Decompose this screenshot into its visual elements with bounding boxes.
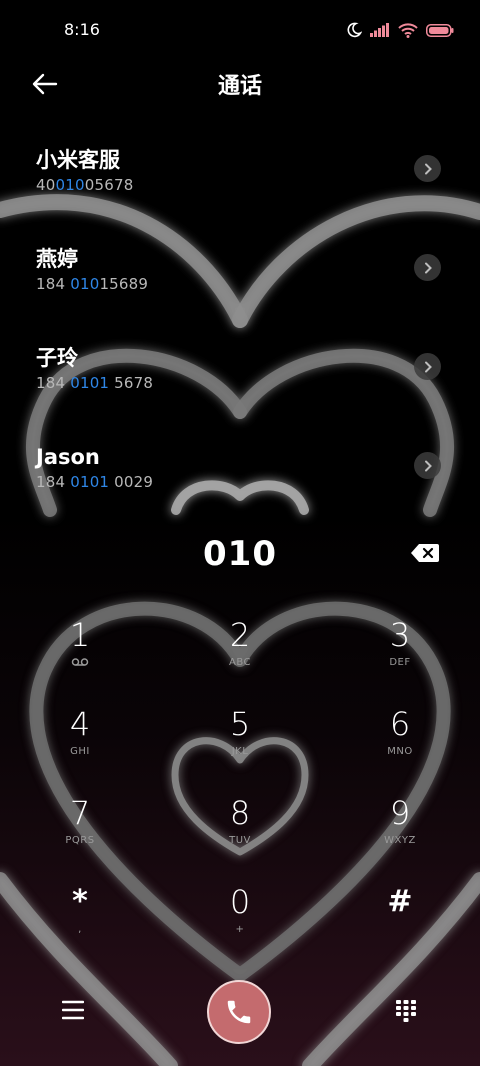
dialpad-grid-icon[interactable] [396,1000,416,1022]
contact-number: 184 0101 5678 [36,374,154,392]
key-digit: 2 [229,616,251,654]
key-7[interactable]: 7 PQRS [0,793,160,882]
key-star[interactable]: * , [0,882,160,971]
voicemail-icon [71,657,89,671]
backspace-icon[interactable] [410,542,440,564]
contact-list: 小米客服 4001005678 燕婷 184 01015689 子玲 184 0… [0,140,480,536]
contact-item[interactable]: 小米客服 4001005678 [0,146,480,239]
key-4[interactable]: 4 GHI [0,704,160,793]
key-digit: 3 [389,616,411,654]
status-bar: 8:16 [0,0,480,60]
key-letters: DEF [389,657,411,668]
contact-item[interactable]: Jason 184 0101 0029 [0,443,480,536]
dial-number-input[interactable]: 010 [0,534,480,574]
contact-number: 184 0101 0029 [36,473,154,491]
chevron-right-icon[interactable] [414,353,441,380]
chevron-right-icon[interactable] [414,155,441,182]
key-letters: JKL [231,746,249,757]
match-highlight: 010 [70,275,100,293]
key-digit: 1 [69,616,91,654]
call-button[interactable] [207,980,271,1044]
key-digit: 4 [69,705,91,743]
bottom-bar [0,978,480,1048]
dial-input-row: 010 [0,528,480,584]
key-digit: 0 [229,883,251,921]
key-letters: TUV [229,835,251,846]
key-3[interactable]: 3 DEF [320,615,480,704]
key-letters: , [78,924,82,935]
key-8[interactable]: 8 TUV [160,793,320,882]
moon-icon [347,22,362,38]
key-digit: 8 [229,794,251,832]
key-letters: + [235,924,245,935]
key-letters: ABC [228,657,251,668]
menu-icon[interactable] [62,1000,84,1020]
key-hash[interactable]: # [320,882,480,971]
battery-icon [426,23,454,37]
match-highlight: 0101 [70,374,110,392]
key-digit: 5 [229,705,251,743]
match-highlight: 010 [55,176,85,194]
status-time: 8:16 [64,20,100,39]
chevron-right-icon[interactable] [414,254,441,281]
signal-icon [370,23,389,37]
chevron-right-icon[interactable] [414,452,441,479]
key-digit: # [387,884,413,919]
key-9[interactable]: 9 WXYZ [320,793,480,882]
dialpad: 1 2 ABC 3 DEF 4 GHI 5 JKL 6 MNO 7 PQRS 8… [0,615,480,971]
key-6[interactable]: 6 MNO [320,704,480,793]
key-0[interactable]: 0 + [160,882,320,971]
key-digit: 9 [389,794,411,832]
contact-number: 184 01015689 [36,275,149,293]
header: 通话 [0,60,480,108]
key-2[interactable]: 2 ABC [160,615,320,704]
key-letters: WXYZ [384,835,416,846]
page-title: 通话 [217,74,262,99]
key-letters: GHI [70,746,90,757]
contact-number: 4001005678 [36,176,134,194]
contact-item[interactable]: 燕婷 184 01015689 [0,245,480,338]
match-highlight: 0101 [70,473,110,491]
wifi-icon [398,22,418,38]
key-5[interactable]: 5 JKL [160,704,320,793]
key-digit: * [72,884,88,919]
key-1[interactable]: 1 [0,615,160,704]
key-letters: MNO [387,746,413,757]
contact-item[interactable]: 子玲 184 0101 5678 [0,344,480,437]
key-letters: PQRS [65,835,95,846]
key-digit: 7 [69,794,91,832]
phone-icon [227,1000,251,1024]
key-digit: 6 [389,705,411,743]
